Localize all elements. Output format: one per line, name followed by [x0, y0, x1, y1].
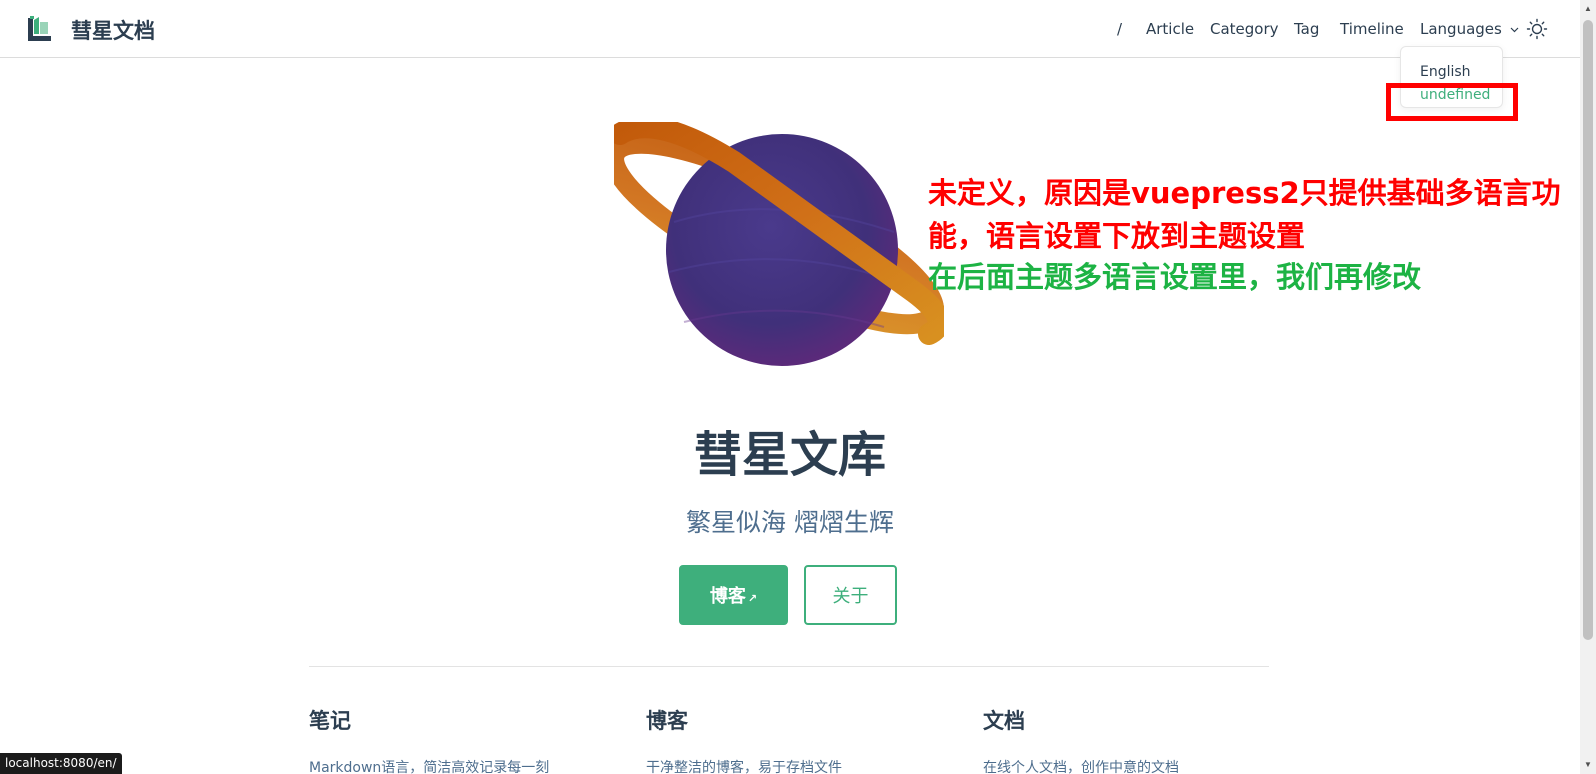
feature-title: 笔记	[309, 709, 351, 733]
feature-docs: 文档 在线个人文档，创作中意的文档	[983, 705, 1303, 774]
site-name[interactable]: 彗星文档	[71, 15, 155, 45]
divider	[309, 666, 1269, 667]
navbar: 彗星文档 / Article Category Tag Timeline Lan…	[0, 0, 1580, 58]
hero-tagline: 繁星似海 熠熠生辉	[686, 508, 894, 537]
feature-desc: 干净整洁的博客，易于存档文件	[646, 760, 842, 774]
annotation-red-line-2: 能，语言设置下放到主题设置	[928, 219, 1306, 253]
logo-icon[interactable]	[25, 14, 55, 44]
hero-title: 彗星文库	[693, 427, 886, 483]
feature-title: 文档	[983, 709, 1025, 733]
annotation-red-line-1: 未定义，原因是vuepress2只提供基础多语言功	[928, 176, 1561, 210]
status-url-bar: localhost:8080/en/	[0, 753, 122, 774]
feature-desc: 在线个人文档，创作中意的文档	[983, 760, 1179, 774]
blog-button-label: 博客	[709, 586, 746, 607]
feature-blog: 博客 干净整洁的博客，易于存档文件	[646, 705, 966, 774]
feature-notes: 笔记 Markdown语言，简洁高效记录每一刻	[309, 705, 629, 774]
planet-illustration	[614, 122, 944, 366]
sun-icon[interactable]	[1526, 18, 1548, 40]
nav-link-category[interactable]: Category	[1210, 20, 1279, 38]
annotation-red-text: 未定义，原因是vuepress2只提供基础多语言功 能，语言设置下放到主题设置	[928, 172, 1561, 258]
nav-link-timeline[interactable]: Timeline	[1340, 20, 1404, 38]
annotation-highlight-box	[1386, 83, 1518, 121]
language-option-english[interactable]: English	[1420, 64, 1471, 80]
nav-link-home[interactable]: /	[1117, 20, 1122, 38]
feature-title: 博客	[646, 709, 688, 733]
scrollbar-thumb[interactable]	[1583, 20, 1593, 640]
feature-desc: Markdown语言，简洁高效记录每一刻	[309, 760, 550, 774]
chevron-down-icon	[1510, 27, 1519, 32]
external-link-icon: ↗	[747, 591, 758, 605]
scroll-down-arrow-icon[interactable]: ▼	[1583, 760, 1593, 770]
annotation-green-text: 在后面主题多语言设置里，我们再修改	[928, 260, 1422, 294]
page: 彗星文档 / Article Category Tag Timeline Lan…	[0, 0, 1596, 774]
nav-languages-menu[interactable]: Languages	[1420, 20, 1519, 38]
languages-label: Languages	[1420, 20, 1502, 38]
nav-link-article[interactable]: Article	[1146, 20, 1194, 38]
about-button[interactable]: 关于	[804, 565, 897, 625]
scroll-up-arrow-icon[interactable]: ▲	[1583, 4, 1593, 14]
blog-button[interactable]: 博客 ↗	[679, 565, 788, 625]
nav-link-tag[interactable]: Tag	[1294, 20, 1319, 38]
